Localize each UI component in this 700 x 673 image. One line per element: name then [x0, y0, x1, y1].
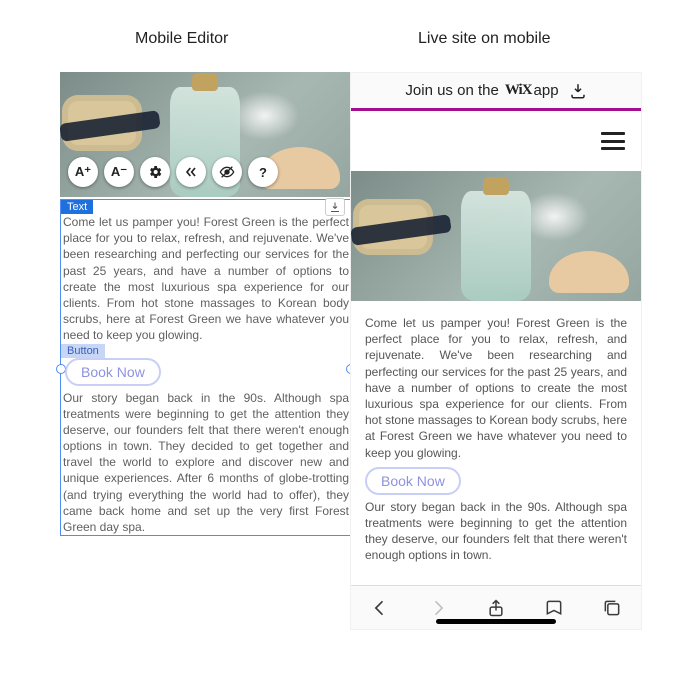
selection-tag-text: Text — [61, 200, 93, 214]
button-selection[interactable]: Button Book Now — [61, 344, 161, 390]
site-header — [351, 111, 641, 171]
hamburger-icon[interactable] — [601, 132, 625, 150]
back-icon[interactable] — [369, 597, 391, 619]
home-indicator — [436, 619, 556, 624]
paragraph-2: Our story began back in the 90s. Althoug… — [351, 499, 641, 564]
decrease-font-icon[interactable]: A⁻ — [104, 157, 134, 187]
hero-bottle — [461, 191, 531, 301]
paragraph-2[interactable]: Our story began back in the 90s. Althoug… — [61, 390, 351, 536]
browser-toolbar — [351, 585, 641, 629]
wix-app-banner[interactable]: Join us on the WiX app — [351, 73, 641, 111]
column-label-editor: Mobile Editor — [135, 30, 228, 48]
share-icon[interactable] — [485, 597, 507, 619]
hero-image — [351, 171, 641, 301]
forward-icon[interactable] — [427, 597, 449, 619]
bookmarks-icon[interactable] — [543, 597, 565, 619]
download-icon[interactable] — [569, 82, 587, 100]
column-label-live: Live site on mobile — [418, 30, 551, 48]
resize-icon[interactable] — [176, 157, 206, 187]
live-panel: Join us on the WiX app Come let us pampe… — [350, 72, 642, 630]
banner-suffix: app — [534, 82, 559, 99]
text-selection[interactable]: Text Come let us pamper you! Forest Gree… — [60, 199, 352, 536]
editor-panel: A⁺ A⁻ ? Text Come let us pamper — [60, 72, 352, 536]
help-icon[interactable]: ? — [248, 157, 278, 187]
paragraph-1[interactable]: Come let us pamper you! Forest Green is … — [61, 200, 351, 344]
gear-icon[interactable] — [140, 157, 170, 187]
hero-image[interactable]: A⁺ A⁻ ? — [60, 72, 352, 197]
selection-tag-button: Button — [61, 344, 105, 358]
banner-prefix: Join us on the — [405, 82, 498, 99]
wix-logo: WiX — [505, 82, 532, 99]
image-edit-toolbar: A⁺ A⁻ ? — [68, 157, 278, 187]
paragraph-1: Come let us pamper you! Forest Green is … — [351, 315, 641, 461]
book-now-button[interactable]: Book Now — [365, 467, 461, 495]
download-icon[interactable] — [325, 198, 345, 216]
eye-off-icon[interactable] — [212, 157, 242, 187]
book-now-button[interactable]: Book Now — [65, 358, 161, 386]
increase-font-icon[interactable]: A⁺ — [68, 157, 98, 187]
tabs-icon[interactable] — [601, 597, 623, 619]
